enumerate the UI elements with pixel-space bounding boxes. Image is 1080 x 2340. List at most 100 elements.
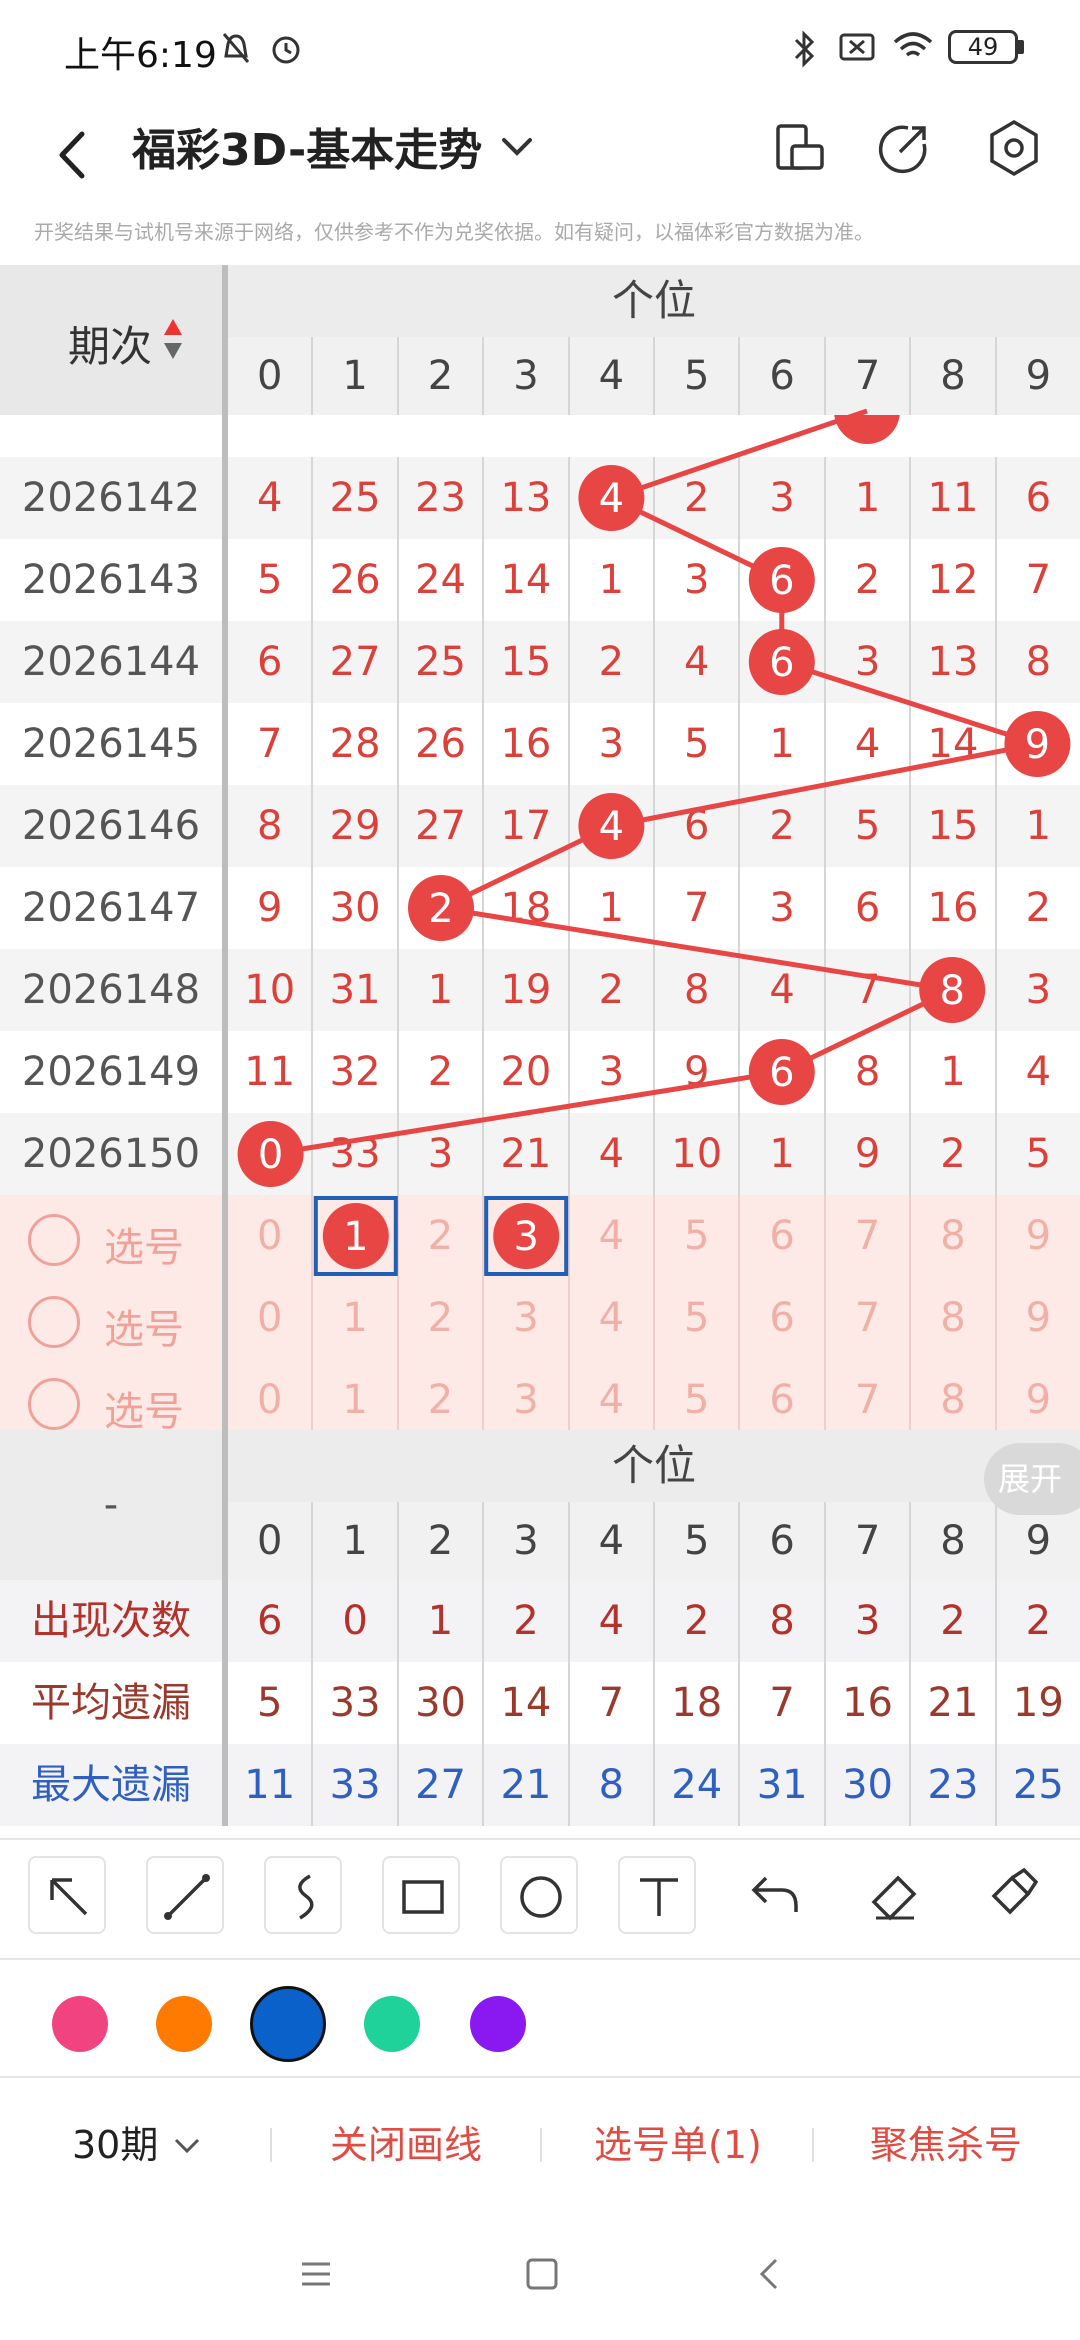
pick-digit[interactable]: 3 [482, 1277, 567, 1359]
pick-digit[interactable] [311, 1195, 396, 1277]
miss-cell [994, 703, 1080, 785]
eraser-icon[interactable] [854, 1856, 932, 1934]
text-tool-icon[interactable] [618, 1856, 696, 1934]
pick-digit[interactable]: 0 [228, 1195, 311, 1277]
close-drawing-button[interactable]: 关闭画线 [330, 2080, 482, 2210]
color-swatch[interactable] [470, 1996, 526, 2052]
pick-digit[interactable]: 8 [909, 1195, 994, 1277]
pick-digit[interactable]: 3 [482, 1359, 567, 1441]
settings-icon[interactable] [978, 112, 1050, 184]
miss-cell: 3 [994, 949, 1080, 1031]
radio-circle-icon[interactable] [28, 1378, 80, 1430]
miss-cell: 9 [823, 1113, 909, 1195]
rectangle-tool-icon[interactable] [382, 1856, 460, 1934]
miss-cell: 8 [994, 621, 1080, 703]
curve-tool-icon[interactable] [264, 1856, 342, 1934]
stats-cell: 1 [396, 1580, 482, 1662]
stats-cell: 8 [567, 1744, 653, 1826]
miss-cell: 21 [482, 1113, 567, 1195]
pick-selector[interactable]: 选号 [0, 1359, 222, 1441]
menu-icon[interactable] [296, 2254, 336, 2294]
pick-digit[interactable]: 4 [567, 1359, 653, 1441]
pick-digit[interactable]: 1 [311, 1277, 396, 1359]
table-row: 2026148 10 31 1 19 2 8 4 7 3 [0, 949, 1080, 1031]
stats-cell: 2 [994, 1580, 1080, 1662]
bluetooth-icon [794, 30, 815, 68]
issue-number: 2026144 [21, 639, 201, 685]
radio-circle-icon[interactable] [28, 1296, 80, 1348]
pick-selector[interactable]: 选号 [0, 1277, 222, 1359]
stats-row-label: 最大遗漏 [31, 1762, 191, 1808]
nav-back-icon[interactable] [750, 2254, 790, 2294]
pick-digit[interactable]: 9 [994, 1277, 1080, 1359]
miss-cell: 6 [653, 785, 738, 867]
chevron-down-icon[interactable] [494, 124, 540, 170]
pick-digit[interactable]: 6 [738, 1359, 823, 1441]
pick-list-button[interactable]: 选号单(1) [594, 2080, 762, 2210]
page-title[interactable]: 福彩3D-基本走势 [132, 114, 482, 178]
stats-digit-header: 0123456789 [228, 1502, 1080, 1580]
pick-digit[interactable]: 5 [653, 1277, 738, 1359]
miss-cell: 3 [396, 1113, 482, 1195]
drawing-toolbar [0, 1838, 1080, 1948]
pick-digit[interactable]: 5 [653, 1359, 738, 1441]
pick-selector[interactable]: 选号 [0, 1195, 222, 1277]
pick-digit[interactable]: 6 [738, 1277, 823, 1359]
miss-cell: 26 [311, 539, 396, 621]
miss-cell: 10 [653, 1113, 738, 1195]
pick-digit[interactable]: 5 [653, 1195, 738, 1277]
circle-tool-icon[interactable] [500, 1856, 578, 1934]
issue-number: 2026150 [21, 1131, 201, 1177]
stats-left-header: - [0, 1430, 222, 1580]
pick-digit[interactable]: 1 [311, 1359, 396, 1441]
miss-cell: 2 [567, 949, 653, 1031]
clear-brush-icon[interactable] [972, 1856, 1050, 1934]
pick-digit[interactable]: 4 [567, 1277, 653, 1359]
line-tool-icon[interactable] [146, 1856, 224, 1934]
pick-digit[interactable]: 7 [823, 1359, 909, 1441]
pick-digit[interactable]: 9 [994, 1195, 1080, 1277]
pick-digit[interactable]: 2 [396, 1359, 482, 1441]
color-swatch[interactable] [52, 1996, 108, 2052]
row-cells: 10 31 1 19 2 8 4 7 3 [228, 949, 1080, 1031]
stats-digit-header-cell: 0 [256, 1518, 283, 1564]
row-cells: 33 3 21 4 10 1 9 2 5 [228, 1113, 1080, 1195]
pick-digit[interactable]: 7 [823, 1277, 909, 1359]
pick-digit[interactable]: 8 [909, 1359, 994, 1441]
color-swatch[interactable] [364, 1996, 420, 2052]
color-swatch[interactable] [156, 1996, 212, 2052]
periods-selector[interactable]: 30期 [72, 2080, 204, 2210]
color-swatch[interactable] [250, 1986, 326, 2062]
stats-cell: 30 [396, 1662, 482, 1744]
phone-rotate-icon[interactable] [764, 112, 836, 184]
pick-digit[interactable]: 4 [567, 1195, 653, 1277]
row-cells: 4 25 23 13 2 3 1 11 6 [228, 457, 1080, 539]
stats-cell: 31 [738, 1744, 823, 1826]
expand-button[interactable]: 展开 [984, 1443, 1080, 1515]
pick-digit[interactable]: 2 [396, 1195, 482, 1277]
pick-digit[interactable] [482, 1195, 567, 1277]
pick-digit[interactable]: 0 [228, 1359, 311, 1441]
pick-digit[interactable]: 0 [228, 1277, 311, 1359]
radio-circle-icon[interactable] [28, 1214, 80, 1266]
undo-icon[interactable] [736, 1856, 814, 1934]
home-icon[interactable] [522, 2254, 562, 2294]
pick-label: 选号 [104, 1307, 184, 1353]
miss-cell: 1 [909, 1031, 994, 1113]
stats-digit-header-cell: 6 [738, 1502, 823, 1580]
pick-digit[interactable]: 8 [909, 1277, 994, 1359]
pick-digit[interactable]: 6 [738, 1195, 823, 1277]
wifi-icon [893, 32, 933, 57]
share-icon[interactable] [868, 112, 940, 184]
pick-digit[interactable]: 2 [396, 1277, 482, 1359]
battery-level: 49 [967, 33, 999, 61]
pick-digit[interactable]: 9 [994, 1359, 1080, 1441]
miss-cell: 3 [823, 621, 909, 703]
back-icon[interactable] [46, 120, 106, 190]
period-header[interactable]: 期次 [0, 265, 222, 415]
focus-kill-button[interactable]: 聚焦杀号 [870, 2080, 1022, 2210]
stats-digit-header-cell: 3 [482, 1502, 567, 1580]
pick-digit[interactable]: 7 [823, 1195, 909, 1277]
arrow-tool-icon[interactable] [28, 1856, 106, 1934]
sort-icon[interactable] [162, 315, 184, 363]
